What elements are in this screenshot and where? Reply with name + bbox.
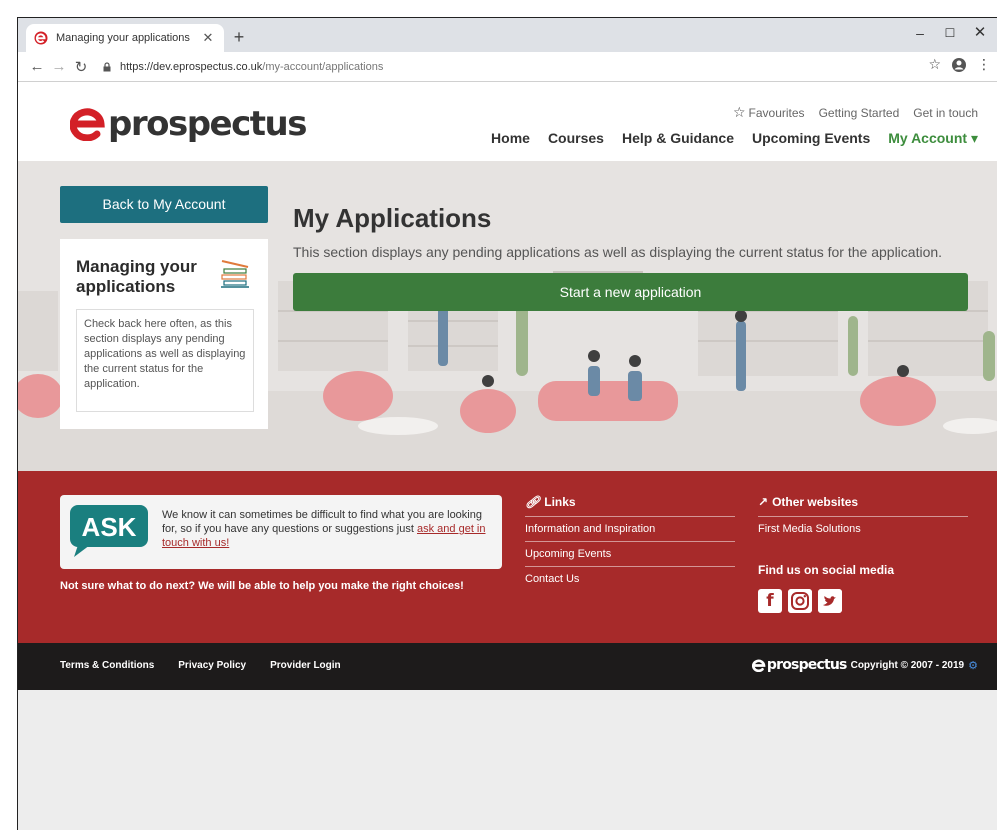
legal-links: Terms & Conditions Privacy Policy Provid… bbox=[60, 660, 341, 671]
profile-icon[interactable] bbox=[951, 57, 967, 73]
ask-speech-bubble-icon: ASK bbox=[70, 505, 148, 557]
eprospectus-logo-icon bbox=[70, 108, 105, 141]
footer-link-contact-us[interactable]: Contact Us bbox=[525, 567, 735, 591]
site-logo[interactable]: prospectus bbox=[70, 104, 307, 144]
nav-help-guidance[interactable]: Help & Guidance bbox=[622, 130, 734, 147]
terms-link[interactable]: Terms & Conditions bbox=[60, 660, 154, 671]
favourites-label: Favourites bbox=[748, 105, 805, 120]
bookmark-star-icon[interactable]: ☆ bbox=[928, 56, 941, 73]
ask-panel: ASK We know it can sometimes be difficul… bbox=[60, 495, 502, 569]
maximize-icon[interactable]: ☐ bbox=[935, 22, 965, 44]
site-header: prospectus ☆ Favourites Getting Started G… bbox=[18, 82, 997, 161]
copyright: prospectus Copyright © 2007 - 2019 ⚙ bbox=[751, 657, 978, 673]
social-heading: Find us on social media bbox=[758, 563, 895, 577]
links-heading: 🔗︎ Links bbox=[525, 495, 735, 517]
nav-home[interactable]: Home bbox=[491, 130, 530, 147]
instagram-icon[interactable] bbox=[788, 589, 812, 613]
other-websites-column: ↗ Other websites First Media Solutions F… bbox=[758, 495, 968, 613]
social-icons: f bbox=[758, 589, 968, 613]
footer-link-information[interactable]: Information and Inspiration bbox=[525, 517, 735, 542]
tab-title: Managing your applications bbox=[56, 32, 190, 44]
getting-started-link[interactable]: Getting Started bbox=[819, 104, 900, 121]
forward-arrow-icon[interactable]: → bbox=[48, 58, 70, 75]
footer-logo: prospectus bbox=[751, 657, 847, 673]
eprospectus-small-logo-icon bbox=[751, 659, 766, 672]
card-description: Check back here often, as this section d… bbox=[76, 309, 254, 412]
url-path: /my-account/applications bbox=[262, 60, 384, 73]
reload-icon[interactable]: ↻ bbox=[70, 58, 92, 76]
start-new-application-button[interactable]: Start a new application bbox=[293, 273, 968, 311]
back-arrow-icon[interactable]: ← bbox=[26, 58, 48, 75]
books-icon bbox=[221, 260, 249, 288]
page-title: My Applications bbox=[293, 203, 492, 233]
page-description: This section displays any pending applic… bbox=[293, 244, 943, 260]
favourites-link[interactable]: ☆ Favourites bbox=[733, 104, 805, 121]
ask-message: We know it can sometimes be difficult to… bbox=[162, 508, 492, 550]
facebook-icon[interactable]: f bbox=[758, 589, 782, 613]
browser-toolbar: ← → ↻ https://dev.eprospectus.co.uk/my-a… bbox=[18, 52, 997, 82]
star-icon: ☆ bbox=[732, 104, 746, 120]
footer-link-first-media[interactable]: First Media Solutions bbox=[758, 517, 968, 541]
managing-applications-card: Managing your applications Check back he… bbox=[60, 239, 268, 429]
minimize-icon[interactable]: – bbox=[905, 22, 935, 44]
window-close-icon[interactable]: ✕ bbox=[965, 22, 995, 44]
address-bar[interactable]: https://dev.eprospectus.co.uk/my-account… bbox=[98, 55, 383, 79]
browser-tab[interactable]: Managing your applications ✕ bbox=[26, 24, 224, 52]
tab-close-icon[interactable]: ✕ bbox=[200, 30, 216, 46]
eprospectus-favicon-icon bbox=[34, 31, 48, 45]
url-host: https://dev.eprospectus.co.uk bbox=[120, 60, 263, 73]
copyright-text: Copyright © 2007 - 2019 bbox=[850, 659, 965, 671]
footer-main: ASK We know it can sometimes be difficul… bbox=[18, 471, 997, 643]
top-links: ☆ Favourites Getting Started Get in touch bbox=[733, 104, 978, 121]
get-in-touch-link[interactable]: Get in touch bbox=[913, 104, 978, 121]
new-tab-icon[interactable]: + bbox=[228, 26, 250, 48]
tab-strip: Managing your applications ✕ + – ☐ ✕ bbox=[18, 18, 997, 52]
nav-upcoming-events[interactable]: Upcoming Events bbox=[752, 130, 870, 147]
footer-link-upcoming-events[interactable]: Upcoming Events bbox=[525, 542, 735, 567]
privacy-link[interactable]: Privacy Policy bbox=[178, 660, 246, 671]
menu-dots-icon[interactable]: ⋮ bbox=[977, 56, 991, 73]
logo-text: prospectus bbox=[108, 104, 307, 144]
main-section: Back to My Account Managing your applica… bbox=[18, 161, 997, 471]
settings-cog-icon[interactable]: ⚙ bbox=[968, 659, 978, 672]
links-column: 🔗︎ Links Information and Inspiration Upc… bbox=[525, 495, 735, 591]
other-websites-label: Other websites bbox=[772, 495, 859, 509]
browser-window: Managing your applications ✕ + – ☐ ✕ ← →… bbox=[17, 17, 997, 830]
link-icon: 🔗︎ bbox=[525, 495, 541, 509]
lock-icon bbox=[103, 61, 111, 71]
nav-courses[interactable]: Courses bbox=[548, 130, 604, 147]
card-title: Managing your applications bbox=[76, 257, 197, 296]
twitter-icon[interactable] bbox=[818, 589, 842, 613]
nav-my-account[interactable]: My Account ▾ bbox=[888, 130, 978, 147]
footer-bottom: Terms & Conditions Privacy Policy Provid… bbox=[18, 643, 997, 690]
other-websites-heading: ↗ Other websites bbox=[758, 495, 968, 517]
footer-logo-text: prospectus bbox=[766, 657, 847, 673]
not-sure-text: Not sure what to do next? We will be abl… bbox=[60, 580, 464, 592]
ask-label: ASK bbox=[82, 512, 137, 542]
external-link-icon: ↗ bbox=[758, 495, 769, 509]
provider-login-link[interactable]: Provider Login bbox=[270, 660, 341, 671]
main-nav: Home Courses Help & Guidance Upcoming Ev… bbox=[491, 130, 978, 147]
back-to-account-button[interactable]: Back to My Account bbox=[60, 186, 268, 223]
links-heading-label: Links bbox=[544, 495, 576, 509]
